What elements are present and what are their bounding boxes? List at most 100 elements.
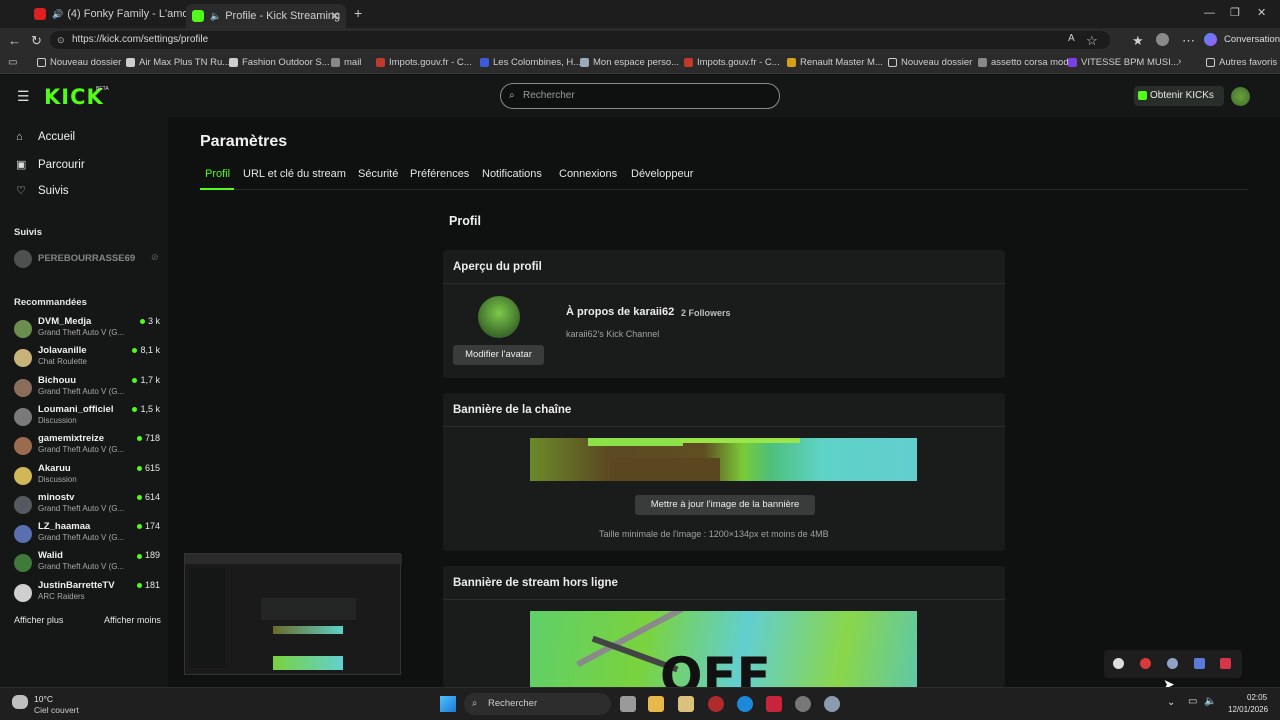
tab-profil[interactable]: Profil — [205, 168, 230, 180]
tab-developer[interactable]: Développeur — [631, 168, 693, 180]
bookmark-item[interactable]: VITESSE BPM MUSI... — [1068, 57, 1179, 68]
app-icon[interactable] — [708, 696, 724, 712]
app-tray-icon[interactable] — [1113, 658, 1124, 669]
followed-channel[interactable]: PEREBOURRASSE69 ⊘ — [14, 249, 164, 275]
sidebar-item-parcourir[interactable]: ▣ Parcourir — [16, 158, 85, 172]
read-aloud-icon[interactable]: A — [1068, 33, 1075, 44]
bookmark-item[interactable]: Air Max Plus TN Ru... — [126, 57, 230, 68]
steam-icon[interactable] — [1167, 658, 1178, 669]
channel-category: Grand Theft Auto V (G... — [38, 445, 125, 455]
site-info-icon[interactable]: ⊙ — [57, 31, 65, 49]
hamburger-menu-icon[interactable]: ☰ — [17, 88, 30, 105]
edit-avatar-button[interactable]: Modifier l'avatar — [453, 345, 544, 365]
edge-icon[interactable] — [737, 696, 753, 712]
task-view-icon[interactable] — [620, 696, 636, 712]
url-field[interactable]: ⊙ https://kick.com/settings/profile — [50, 31, 1110, 49]
user-avatar[interactable] — [1231, 87, 1250, 106]
volume-icon[interactable]: 🔈 — [1204, 696, 1216, 707]
sidebar-item-suivis[interactable]: ♡ Suivis — [16, 184, 69, 198]
bookmark-item[interactable]: mail — [331, 57, 361, 68]
recommended-channel[interactable]: Walid Grand Theft Auto V (G... 189 — [14, 549, 164, 575]
minimize-button[interactable]: — — [1204, 7, 1215, 19]
weather-icon[interactable] — [12, 695, 28, 709]
channel-category: Grand Theft Auto V (G... — [38, 328, 125, 337]
recommended-channel[interactable]: gamemixtreize Grand Theft Auto V (G... 718 — [14, 432, 164, 458]
clock-date[interactable]: 12/01/2026 — [1228, 705, 1268, 714]
bookmark-item[interactable]: Fashion Outdoor S... — [229, 57, 330, 68]
sidebar: ⌂ Accueil ▣ Parcourir ♡ Suivis Suivis PEREB… — [0, 117, 168, 687]
favorites-icon[interactable]: ★ — [1132, 33, 1144, 49]
recommended-channel[interactable]: Loumani_officiel Discussion 1,5 k — [14, 403, 164, 429]
windows-start-icon[interactable] — [440, 696, 456, 712]
recommended-channel[interactable]: Akaruu Discussion 615 — [14, 462, 164, 488]
tab-preferences[interactable]: Préférences — [410, 168, 469, 180]
show-less-button[interactable]: Afficher moins — [104, 615, 161, 625]
maximize-button[interactable]: ❐ — [1230, 6, 1240, 19]
app-tray-icon[interactable] — [1220, 658, 1231, 669]
recommended-channel[interactable]: Jolavanille Chat Roulette 8,1 k — [14, 344, 164, 370]
star-icon[interactable]: ☆ — [1086, 33, 1098, 49]
bookmark-item[interactable]: Nouveau dossier — [37, 57, 121, 68]
tab-kick-profile[interactable]: 🔈 Profile - Kick Streaming ✕ — [186, 4, 346, 28]
pip-thumbnail[interactable] — [184, 553, 402, 675]
app-tray-icon[interactable] — [1194, 658, 1205, 669]
active-tab-indicator — [200, 188, 234, 190]
reload-icon[interactable]: ↻ — [31, 33, 42, 49]
conversation-button[interactable]: Conversation — [1224, 34, 1280, 45]
site-icon — [978, 58, 987, 67]
update-banner-button[interactable]: Mettre à jour l'image de la bannière — [635, 495, 815, 515]
store-icon[interactable] — [678, 696, 694, 712]
impots-icon — [376, 58, 385, 67]
tab-stream-url[interactable]: URL et clé du stream — [243, 168, 346, 180]
chevron-right-icon[interactable]: › — [1178, 56, 1181, 67]
bookmark-item[interactable]: Nouveau dossier — [888, 57, 972, 68]
kick-logo[interactable]: KICK — [44, 85, 104, 109]
chevron-up-icon[interactable]: ⌄ — [1167, 697, 1175, 708]
sidebar-item-accueil[interactable]: ⌂ Accueil — [16, 131, 75, 143]
taskbar-search[interactable]: ⌕ Rechercher — [464, 693, 611, 715]
file-explorer-icon[interactable] — [648, 696, 664, 712]
new-tab-button[interactable]: + — [354, 5, 362, 21]
site-icon — [1068, 58, 1077, 67]
tab-security[interactable]: Sécurité — [358, 168, 398, 180]
recommended-channel[interactable]: minostv Grand Theft Auto V (G... 614 — [14, 491, 164, 517]
bookmark-item[interactable]: Renault Master M... — [787, 57, 883, 68]
bookmark-item[interactable]: assetto corsa mod — [978, 57, 1069, 68]
profile-icon[interactable] — [1156, 33, 1169, 46]
close-window-button[interactable]: ✕ — [1257, 6, 1266, 19]
clock-time[interactable]: 02:05 — [1247, 693, 1267, 702]
taskbar: 10°C Ciel couvert ⌕ Rechercher ⌄ ▭ 🔈 02:… — [0, 687, 1280, 720]
channel-category: Grand Theft Auto V (G... — [38, 386, 125, 396]
app-tray-icon[interactable] — [1140, 658, 1151, 669]
tab-notifications[interactable]: Notifications — [482, 168, 542, 180]
other-favorites[interactable]: Autres favoris — [1206, 57, 1277, 68]
recommended-channel[interactable]: DVM_Medja Grand Theft Auto V (G... 3 k — [14, 315, 164, 341]
site-icon — [480, 58, 489, 67]
channel-name: DVM_Medja — [38, 316, 92, 327]
bookmarks-toggle-icon[interactable]: ▭ — [8, 57, 17, 68]
recommended-channel[interactable]: JustinBarretteTV ARC Raiders 181 — [14, 579, 164, 605]
get-kicks-button[interactable]: Obtenir KICKs — [1134, 86, 1224, 106]
recommended-channel[interactable]: Bichouu Grand Theft Auto V (G... 1,7 k — [14, 374, 164, 400]
bookmark-item[interactable]: Les Colombines, H... — [480, 57, 581, 68]
app-icon[interactable] — [766, 696, 782, 712]
copilot-icon[interactable] — [1204, 33, 1217, 46]
settings-icon[interactable] — [824, 696, 840, 712]
tab-fonky-family[interactable]: 🔊 (4) Fonky Family - L'amour de — [28, 4, 186, 24]
followed-section-title: Suivis — [14, 227, 42, 238]
kick-icon — [192, 10, 204, 22]
channel-category: Chat Roulette — [38, 357, 87, 367]
tab-connections[interactable]: Connexions — [559, 168, 617, 180]
app-icon[interactable] — [795, 696, 811, 712]
search-input[interactable]: ⌕ Rechercher — [500, 83, 780, 109]
banner-shape — [680, 438, 800, 443]
bookmark-item[interactable]: Impots.gouv.fr - C... — [376, 57, 472, 68]
back-icon[interactable]: ← — [8, 33, 21, 48]
bookmark-item[interactable]: Mon espace perso... — [580, 57, 679, 68]
show-more-button[interactable]: Afficher plus — [14, 615, 63, 625]
bookmark-item[interactable]: Impots.gouv.fr - C... — [684, 57, 780, 68]
network-icon[interactable]: ▭ — [1188, 696, 1197, 707]
menu-dots-icon[interactable]: ⋯ — [1182, 33, 1195, 49]
close-icon[interactable]: ✕ — [330, 9, 340, 23]
recommended-channel[interactable]: LZ_haamaa Grand Theft Auto V (G... 174 — [14, 520, 164, 546]
